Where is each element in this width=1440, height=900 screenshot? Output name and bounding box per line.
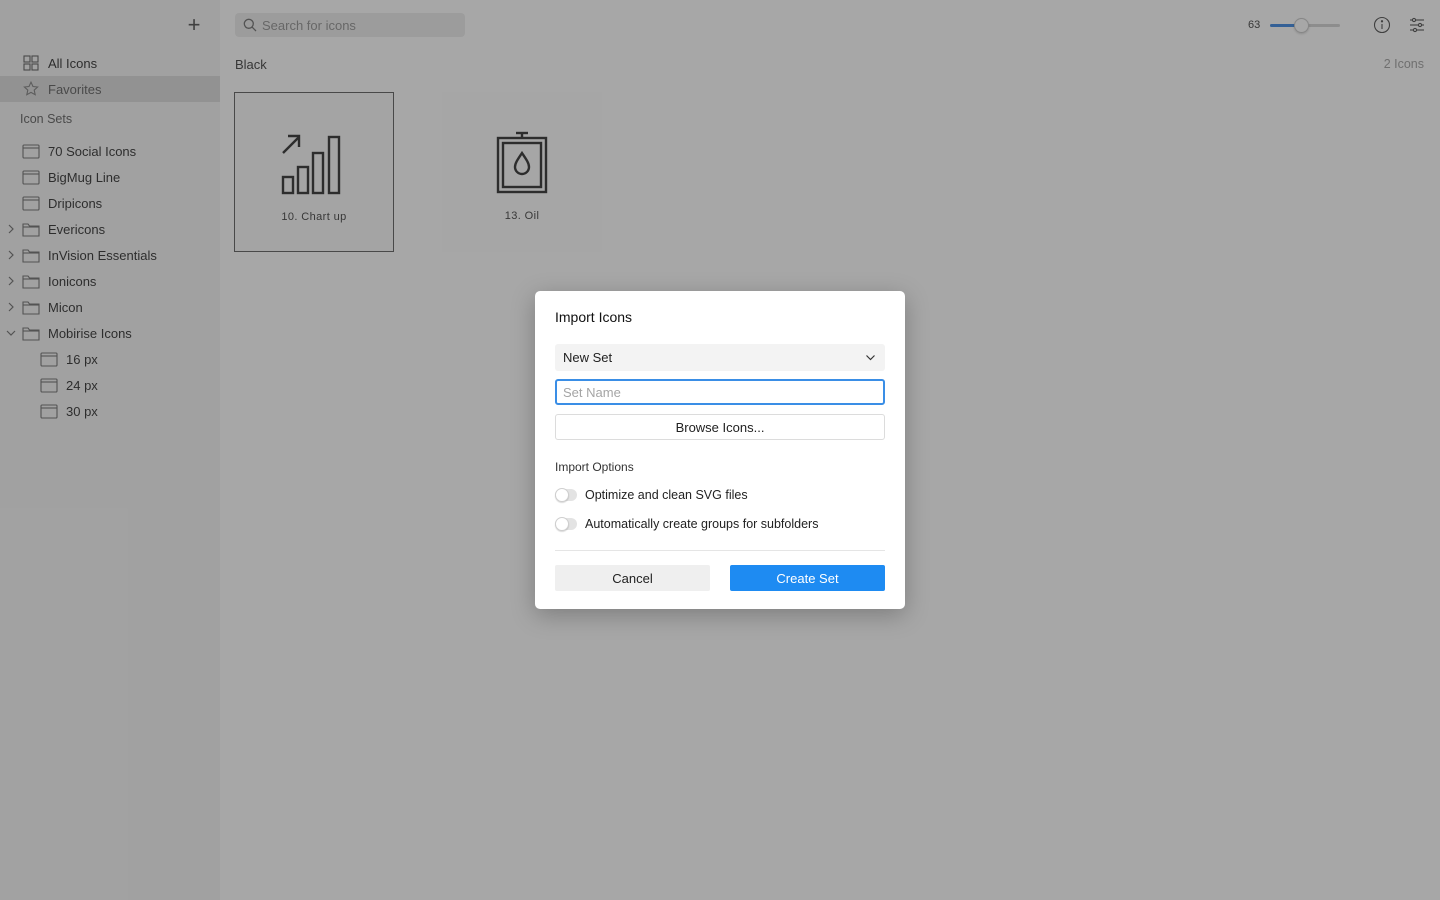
dialog-divider xyxy=(555,550,885,551)
optimize-svg-toggle[interactable] xyxy=(555,488,577,502)
set-name-input[interactable] xyxy=(555,379,885,405)
set-select-value: New Set xyxy=(563,350,613,365)
set-select[interactable]: New Set xyxy=(555,344,885,371)
option-label: Optimize and clean SVG files xyxy=(585,488,748,502)
import-icons-dialog: Import Icons New Set Browse Icons... Imp… xyxy=(535,291,905,609)
browse-icons-button[interactable]: Browse Icons... xyxy=(555,414,885,440)
create-groups-toggle[interactable] xyxy=(555,517,577,531)
option-create-groups: Automatically create groups for subfolde… xyxy=(555,517,818,531)
option-label: Automatically create groups for subfolde… xyxy=(585,517,819,531)
chevron-down-icon xyxy=(865,352,876,363)
cancel-button[interactable]: Cancel xyxy=(555,565,710,591)
dialog-title: Import Icons xyxy=(555,309,633,325)
create-set-button[interactable]: Create Set xyxy=(730,565,885,591)
toggle-knob xyxy=(555,488,569,502)
option-optimize-svg: Optimize and clean SVG files xyxy=(555,488,748,502)
import-options-heading: Import Options xyxy=(555,460,634,474)
toggle-knob xyxy=(555,517,569,531)
